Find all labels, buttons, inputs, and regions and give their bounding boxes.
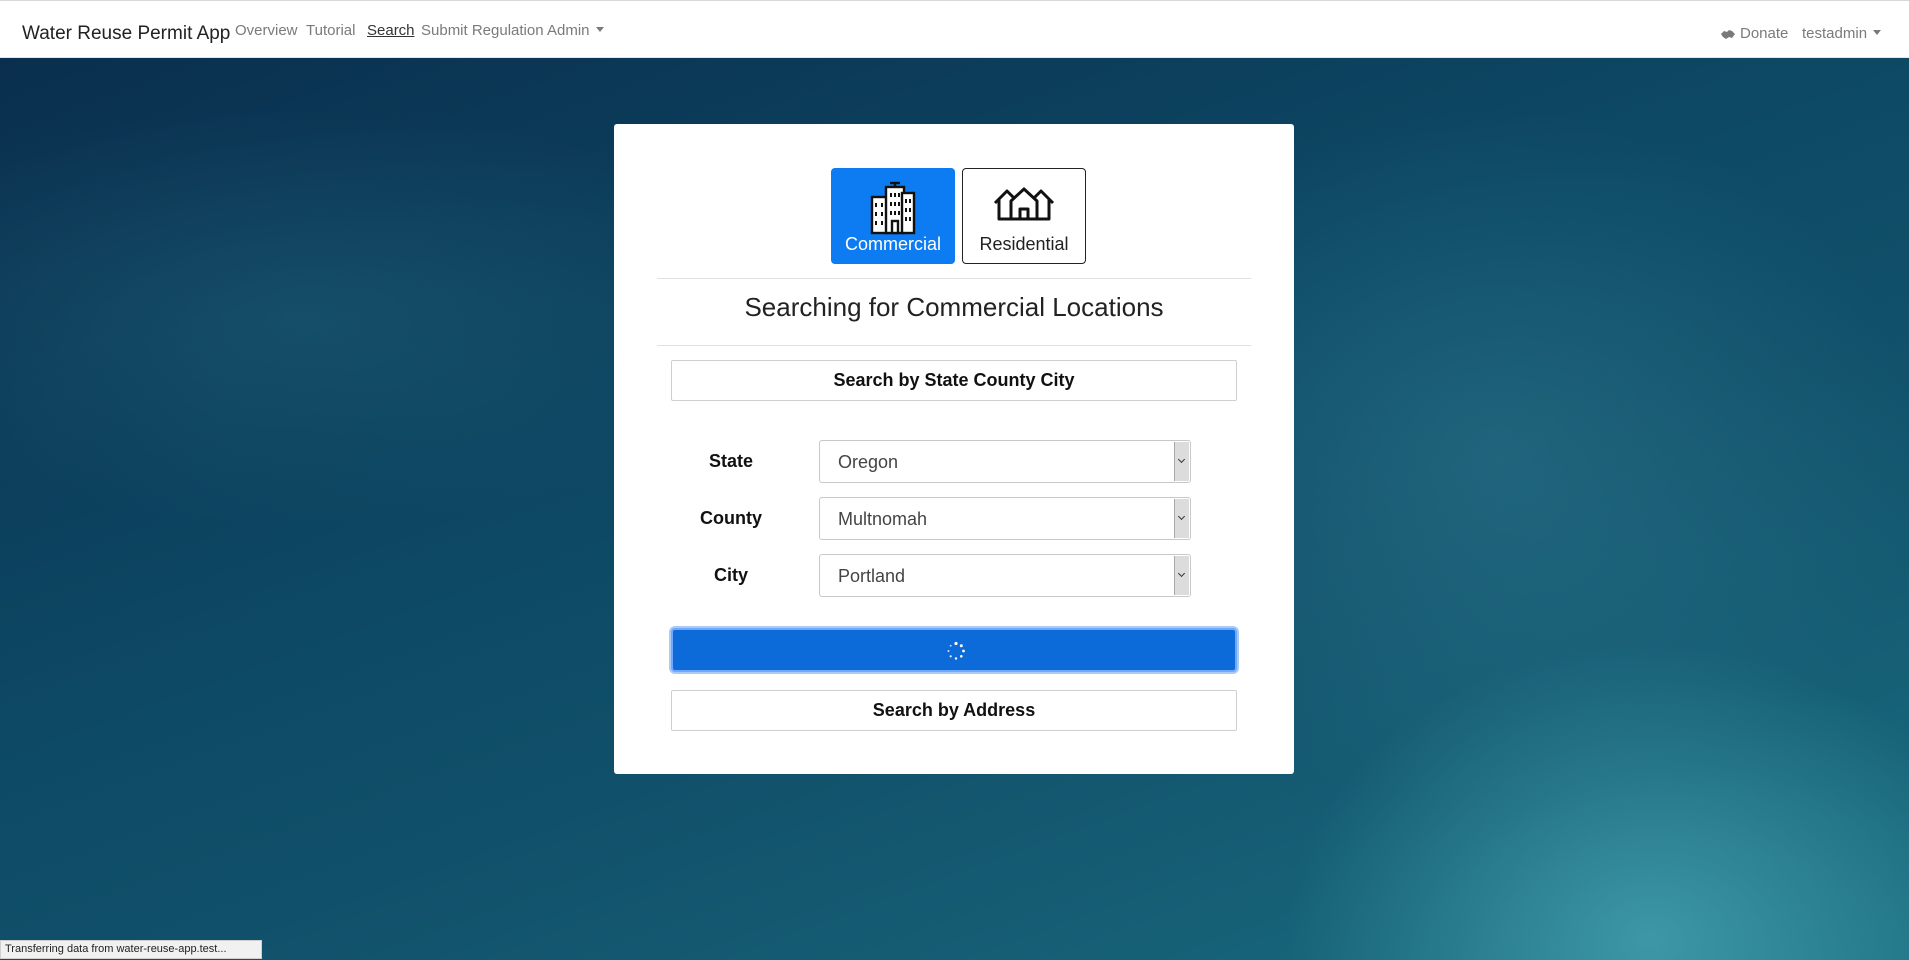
handshake-icon: [1721, 30, 1735, 39]
search-card: Commercial Residential Searching for Com…: [614, 124, 1294, 774]
search-by-state-county-city-button[interactable]: Search by State County City: [671, 360, 1237, 401]
divider: [657, 345, 1251, 346]
office-buildings-icon: [870, 181, 916, 235]
county-label: County: [700, 508, 762, 528]
county-select[interactable]: Multnomah: [819, 497, 1191, 540]
chevron-down-icon: [1174, 499, 1189, 538]
chevron-down-icon: [1174, 442, 1189, 481]
donate-link[interactable]: Donate: [1720, 25, 1788, 42]
user-menu[interactable]: testadmin: [1802, 25, 1882, 42]
chevron-down-icon: [1174, 556, 1189, 595]
state-value: Oregon: [838, 452, 899, 472]
navbar: Water Reuse Permit App Overview Tutorial…: [0, 0, 1909, 58]
search-by-address-button[interactable]: Search by Address: [671, 690, 1237, 731]
city-value: Portland: [838, 566, 906, 586]
loading-spinner-icon: [947, 641, 965, 660]
county-value: Multnomah: [838, 509, 928, 529]
donate-label: Donate: [1740, 25, 1789, 42]
houses-icon: [993, 187, 1055, 221]
city-label: City: [713, 565, 748, 585]
search-submit-button[interactable]: [671, 628, 1237, 672]
residential-type-button[interactable]: Residential: [962, 168, 1086, 264]
nav-overview[interactable]: Overview: [235, 22, 298, 39]
nav-admin-dropdown[interactable]: Admin: [547, 22, 604, 39]
chevron-down-icon: [1873, 30, 1882, 35]
divider: [657, 278, 1251, 279]
nav-search[interactable]: Search: [367, 22, 415, 39]
chevron-down-icon: [595, 27, 604, 32]
search-heading: Searching for Commercial Locations: [744, 292, 1164, 322]
brand-title[interactable]: Water Reuse Permit App: [22, 23, 230, 45]
nav-admin-label: Admin: [547, 22, 590, 39]
state-select[interactable]: Oregon: [819, 440, 1191, 483]
user-label: testadmin: [1802, 25, 1868, 42]
browser-status-bar: Transferring data from water-reuse-app.t…: [0, 940, 262, 959]
commercial-type-button[interactable]: Commercial: [831, 168, 955, 264]
city-select[interactable]: Portland: [819, 554, 1191, 597]
nav-tutorial[interactable]: Tutorial: [306, 22, 355, 39]
state-label: State: [708, 451, 753, 471]
commercial-label: Commercial: [844, 234, 941, 254]
residential-label: Residential: [979, 234, 1069, 254]
nav-submit-regulation[interactable]: Submit Regulation: [421, 22, 544, 39]
